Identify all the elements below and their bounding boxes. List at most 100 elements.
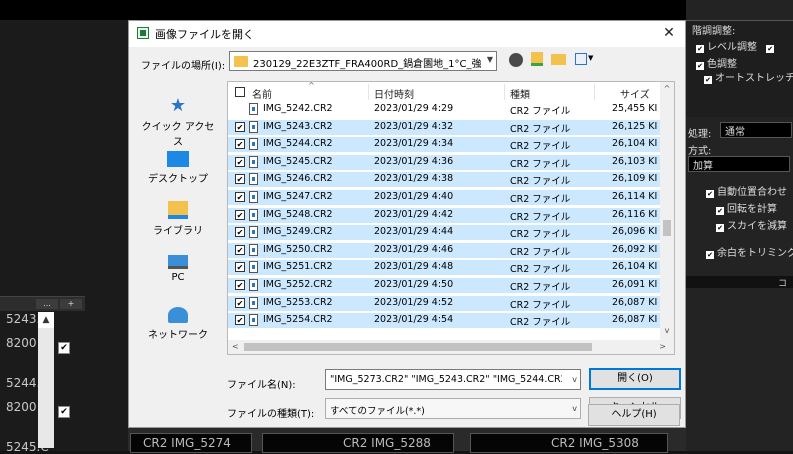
file-name: IMG_5254.CR2 xyxy=(263,314,333,326)
file-row[interactable]: ✔ IMG_5249.CR2 2023/01/29 4:44 CR2 ファイル 26,0… xyxy=(228,225,660,241)
file-row[interactable]: ✔ IMG_5247.CR2 2023/01/29 4:40 CR2 ファイル 26,1… xyxy=(228,190,660,205)
scroll-down-icon[interactable]: v xyxy=(660,326,674,335)
file-row[interactable]: ✔ IMG_5251.CR2 2023/01/29 4:48 CR2 ファイル 26,1… xyxy=(228,260,660,276)
column-separator xyxy=(368,84,369,100)
place-libraries[interactable]: ライブラリ xyxy=(137,201,219,237)
add-tab[interactable]: + xyxy=(60,299,82,309)
file-list-horizontal-scrollbar[interactable]: < > xyxy=(228,340,674,354)
file-type: CR2 ファイル xyxy=(510,176,571,188)
scroll-right-icon[interactable]: > xyxy=(659,340,666,354)
scrollbar-thumb[interactable] xyxy=(244,343,592,351)
file-row[interactable]: ✔ IMG_5254.CR2 2023/01/29 4:54 CR2 ファイル 26,0… xyxy=(228,313,660,329)
scrollbar-thumb[interactable] xyxy=(663,220,671,236)
file-list-vertical-scrollbar[interactable]: ^ v xyxy=(660,82,674,340)
dialog-title: 画像ファイルを開く xyxy=(155,28,254,41)
process-label: 処理: xyxy=(688,129,712,140)
column-name[interactable]: 名前 xyxy=(252,86,272,101)
color-adjust-checkbox[interactable]: ✔ 色調整 xyxy=(696,55,737,70)
file-checkbox[interactable]: ✔ xyxy=(235,209,245,220)
file-row[interactable]: ✔ IMG_5243.CR2 2023/01/29 4:32 CR2 ファイル 26,1… xyxy=(228,119,660,135)
file-size: 26,114 KI xyxy=(612,191,658,202)
file-type: CR2 ファイル xyxy=(510,246,571,258)
file-date: 2023/01/29 4:32 xyxy=(374,120,454,132)
scroll-left-icon[interactable]: < xyxy=(232,340,239,354)
place-desktop[interactable]: デスクトップ xyxy=(137,151,219,185)
close-button[interactable]: ✕ xyxy=(659,24,679,42)
file-type: CR2 ファイル xyxy=(510,229,571,241)
cr2-file-icon xyxy=(249,208,258,221)
auto-align-checkbox[interactable]: ✔ 自動位置合わせ xyxy=(706,183,787,198)
desktop-icon xyxy=(167,151,189,167)
file-checkbox[interactable]: ✔ xyxy=(235,227,245,238)
file-checkbox[interactable]: ✔ xyxy=(235,192,245,202)
file-name-input[interactable]: "IMG_5273.CR2" "IMG_5243.CR2" "IMG_5244.… xyxy=(325,369,581,390)
method-label: 方式: xyxy=(688,146,712,157)
checkbox-check-icon: ✔ xyxy=(766,45,775,53)
help-button[interactable]: ヘルプ(H) xyxy=(588,404,680,426)
column-size[interactable]: サイズ xyxy=(620,86,650,101)
file-row[interactable]: ✔ IMG_5250.CR2 2023/01/29 4:46 CR2 ファイル 26,0… xyxy=(228,242,660,258)
file-row[interactable]: IMG_5242.CR2 2023/01/29 4:29 CR2 ファイル 25,45… xyxy=(228,102,660,117)
column-date[interactable]: 日付時刻 xyxy=(374,86,414,101)
file-checkbox[interactable]: ✔ xyxy=(235,244,245,255)
view-menu-icon[interactable] xyxy=(575,53,587,65)
file-row[interactable]: ✔ IMG_5245.CR2 2023/01/29 4:36 CR2 ファイル 26,1… xyxy=(228,154,660,170)
scroll-up-icon[interactable]: ^ xyxy=(660,84,674,93)
calc-rotation-checkbox[interactable]: ✔ 回転を計算 xyxy=(716,200,777,215)
open-image-dialog: 画像ファイルを開く ✕ ファイルの場所(I): 230129_22E3ZTF_F… xyxy=(128,20,686,428)
list-header: 名前 ^ 日付時刻 種類 サイズ xyxy=(228,82,674,102)
file-checkbox[interactable]: ✔ xyxy=(235,280,245,290)
chevron-down-icon: ▼ xyxy=(486,55,493,64)
auto-stretch-checkbox[interactable]: ✔オートストレッチを行 xyxy=(704,69,793,84)
file-size: 26,092 KI xyxy=(612,243,658,255)
file-size: 26,096 KI xyxy=(612,226,658,238)
file-checkbox[interactable]: ✔ xyxy=(235,139,245,150)
file-date: 2023/01/29 4:54 xyxy=(374,314,454,326)
file-row[interactable]: ✔ IMG_5252.CR2 2023/01/29 4:50 CR2 ファイル 26,0… xyxy=(228,278,660,293)
place-pc[interactable]: PC xyxy=(137,255,219,283)
place-network[interactable]: ネットワーク xyxy=(137,307,219,341)
thumbnail-item[interactable]: CR2 IMG_5288 xyxy=(262,433,454,453)
file-checkbox[interactable]: ✔ xyxy=(235,297,245,308)
up-folder-icon[interactable] xyxy=(531,52,543,66)
file-row[interactable]: ✔ IMG_5246.CR2 2023/01/29 4:38 CR2 ファイル 26,1… xyxy=(228,172,660,188)
look-in-combobox[interactable]: 230129_22E3ZTF_FRA400RD_鍋倉園地_1°C_強風_6 ▼ xyxy=(229,51,497,71)
file-row[interactable]: ✔ IMG_5248.CR2 2023/01/29 4:42 CR2 ファイル 26,1… xyxy=(228,207,660,223)
file-list[interactable]: 名前 ^ 日付時刻 種類 サイズ IMG_5242.CR2 2023/01/29 … xyxy=(227,81,675,355)
open-button[interactable]: 開く(O) xyxy=(589,368,681,390)
background-scrollbar[interactable]: ▲ xyxy=(38,312,54,448)
select-all-checkbox[interactable] xyxy=(235,87,245,97)
view-menu-arrow-icon[interactable]: ▼ xyxy=(588,54,593,62)
thumbnail-item[interactable]: CR2 IMG_5308 xyxy=(470,433,668,453)
trim-margin-checkbox[interactable]: ✔ 余白をトリミング xyxy=(706,244,793,259)
file-row[interactable]: ✔ IMG_5253.CR2 2023/01/29 4:52 CR2 ファイル 26,0… xyxy=(228,295,660,311)
back-icon[interactable] xyxy=(509,53,523,67)
file-type-select[interactable]: すべてのファイル(*.*) v xyxy=(325,398,581,419)
place-quick-access[interactable]: ★ クイック アクセス xyxy=(137,97,219,149)
file-checkbox[interactable]: ✔ xyxy=(235,315,245,326)
file-checkbox[interactable]: ✔ xyxy=(235,121,245,132)
process-select[interactable]: 通常 xyxy=(720,122,792,138)
file-date: 2023/01/29 4:48 xyxy=(374,261,454,273)
sky-reduce-checkbox[interactable]: ✔ スカイを減算 xyxy=(716,217,787,232)
column-type[interactable]: 種類 xyxy=(510,86,530,101)
new-folder-icon[interactable] xyxy=(551,54,566,65)
file-name: IMG_5242.CR2 xyxy=(263,103,333,114)
column-separator xyxy=(594,84,595,100)
file-checkbox[interactable]: ✔ xyxy=(235,156,245,167)
chevron-down-icon[interactable]: v xyxy=(572,375,577,384)
network-icon xyxy=(168,307,188,323)
row-checkbox[interactable]: ✔ xyxy=(58,342,70,354)
file-row[interactable]: ✔ IMG_5244.CR2 2023/01/29 4:34 CR2 ファイル 26,1… xyxy=(228,137,660,153)
level-adjust-checkbox[interactable]: ✔ レベル調整 ✔ xyxy=(696,38,777,53)
scroll-up-arrow-icon[interactable]: ▲ xyxy=(38,312,54,328)
file-checkbox[interactable]: ✔ xyxy=(235,262,245,273)
file-checkbox[interactable]: ✔ xyxy=(235,174,245,185)
row-checkbox[interactable]: ✔ xyxy=(58,406,70,418)
thumbnail-item[interactable]: CR2 IMG_5274 xyxy=(130,433,252,453)
more-tab[interactable]: ... xyxy=(36,299,58,309)
file-name-value: "IMG_5273.CR2" "IMG_5243.CR2" "IMG_5244.… xyxy=(330,374,562,385)
right-panel-section-bar[interactable]: コ xyxy=(686,276,793,289)
cr2-file-icon xyxy=(249,261,258,274)
method-select[interactable]: 加算 xyxy=(688,156,790,172)
